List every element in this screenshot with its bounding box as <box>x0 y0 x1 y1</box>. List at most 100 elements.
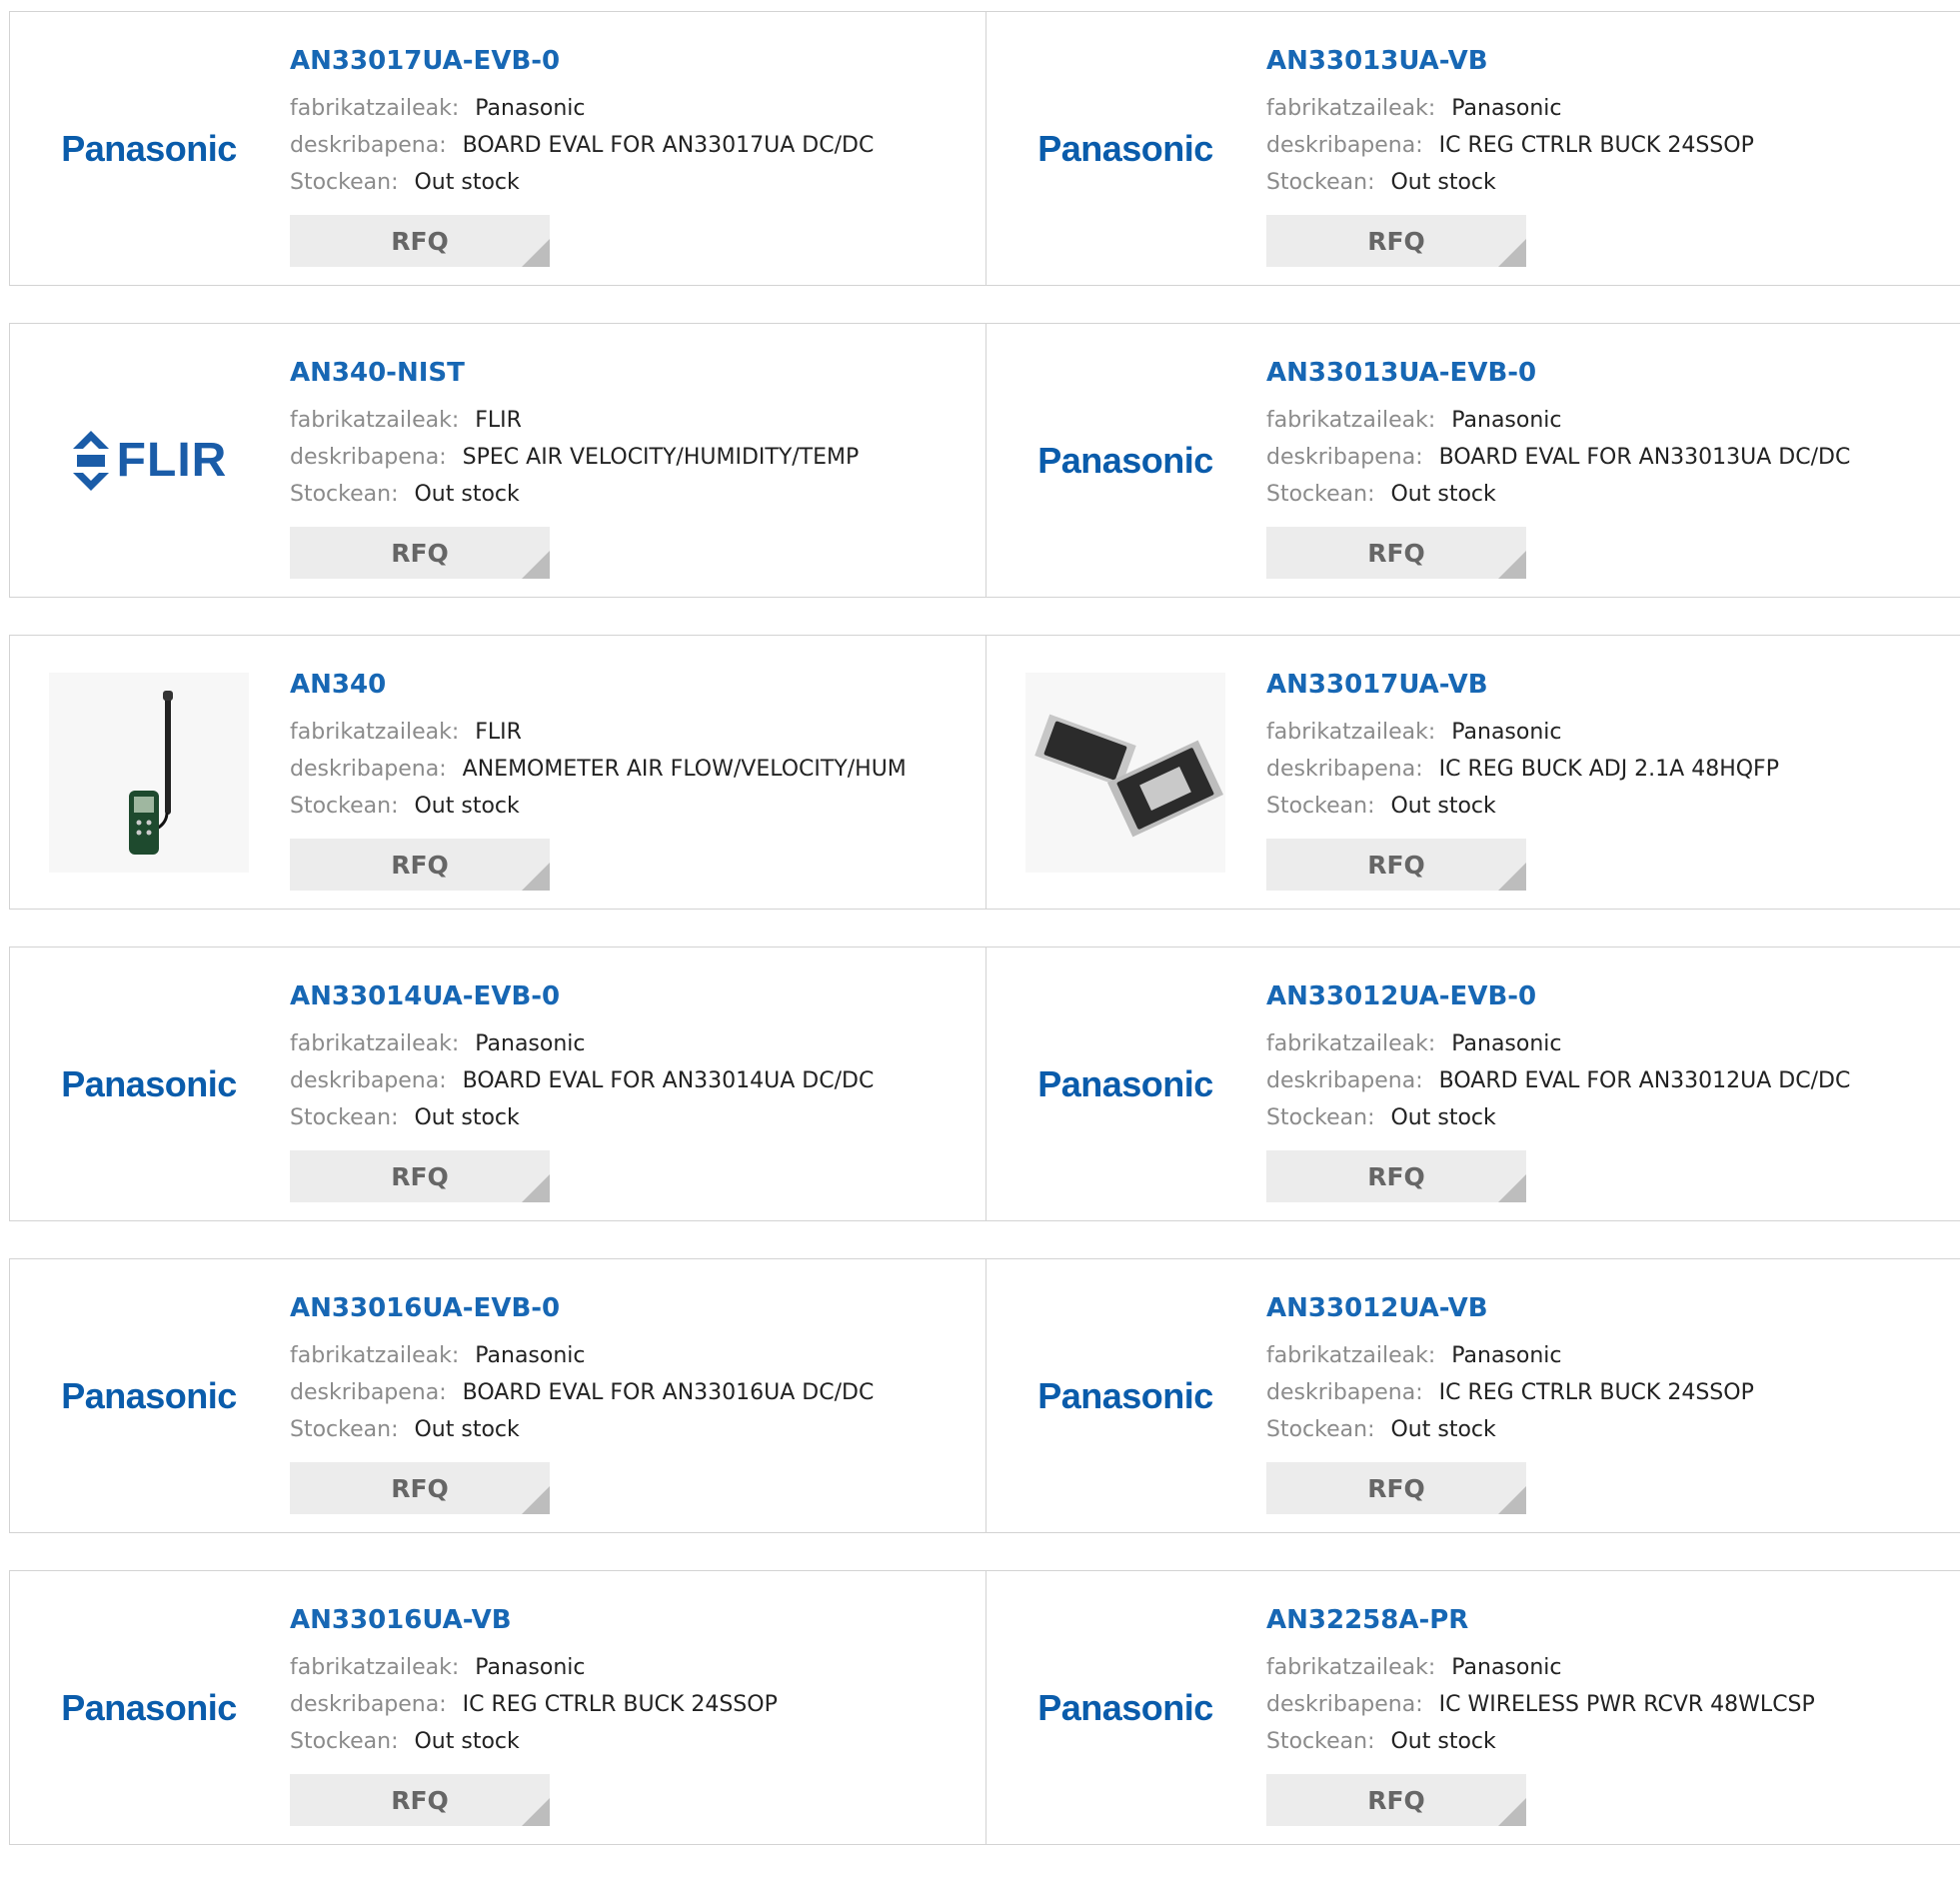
panasonic-logo[interactable]: Panasonic <box>49 1608 249 1808</box>
stock-label: Stockean: <box>290 1729 399 1754</box>
rfq-button[interactable]: RFQ <box>290 839 550 891</box>
anemometer-photo[interactable] <box>49 672 249 873</box>
part-number-link[interactable]: AN32258A-PR <box>1266 1605 1468 1635</box>
description-label: deskribapena: <box>1266 1380 1423 1405</box>
description-label: deskribapena: <box>1266 757 1423 782</box>
manufacturer-value: Panasonic <box>1451 1343 1562 1368</box>
description-value: SPEC AIR VELOCITY/HUMIDITY/TEMP <box>462 445 860 470</box>
manufacturer-value: Panasonic <box>475 1655 586 1680</box>
panasonic-logo[interactable]: Panasonic <box>49 49 249 249</box>
stock-label: Stockean: <box>290 170 399 195</box>
stock-label: Stockean: <box>1266 794 1375 819</box>
panasonic-logo[interactable]: Panasonic <box>1025 984 1225 1184</box>
description-row: deskribapena: BOARD EVAL FOR AN33012UA DC… <box>1266 1068 1850 1093</box>
rfq-button[interactable]: RFQ <box>290 1462 550 1514</box>
panasonic-logo[interactable]: Panasonic <box>1025 1296 1225 1496</box>
rfq-button[interactable]: RFQ <box>290 1150 550 1202</box>
rfq-corner-decoration <box>522 1174 550 1202</box>
flir-diamond-icon <box>72 430 109 491</box>
rfq-label: RFQ <box>391 1785 449 1815</box>
rfq-label: RFQ <box>1367 538 1425 568</box>
anemometer-icon <box>129 690 173 855</box>
description-label: deskribapena: <box>290 445 447 470</box>
rfq-button[interactable]: RFQ <box>1266 527 1526 579</box>
product-card: Panasonic AN33013UA-EVB-0 fabrikatzailea… <box>985 324 1960 597</box>
rfq-button[interactable]: RFQ <box>1266 839 1526 891</box>
stock-row: Stockean: Out stock <box>290 1729 520 1754</box>
panasonic-logo-text: Panasonic <box>1037 439 1213 481</box>
rfq-corner-decoration <box>522 239 550 267</box>
description-row: deskribapena: IC REG CTRLR BUCK 24SSOP <box>1266 1380 1754 1405</box>
part-number-link[interactable]: AN33017UA-VB <box>1266 670 1488 700</box>
panasonic-logo-text: Panasonic <box>61 1686 237 1728</box>
rfq-corner-decoration <box>522 1798 550 1826</box>
product-card: Panasonic AN33016UA-EVB-0 fabrikatzailea… <box>9 1259 985 1532</box>
rfq-corner-decoration <box>522 1486 550 1514</box>
part-number-link[interactable]: AN340-NIST <box>290 358 465 388</box>
description-value: BOARD EVAL FOR AN33012UA DC/DC <box>1438 1068 1851 1093</box>
rfq-button[interactable]: RFQ <box>290 527 550 579</box>
rfq-button[interactable]: RFQ <box>1266 215 1526 267</box>
part-number-link[interactable]: AN340 <box>290 670 386 700</box>
product-row: FLIR AN340-NIST fabrikatzaileak: FLIR des… <box>9 323 1960 598</box>
description-row: deskribapena: BOARD EVAL FOR AN33016UA DC… <box>290 1380 874 1405</box>
description-value: ANEMOMETER AIR FLOW/VELOCITY/HUM <box>462 757 907 782</box>
rfq-label: RFQ <box>1367 1161 1425 1191</box>
flir-logo[interactable]: FLIR <box>49 361 249 561</box>
stock-label: Stockean: <box>1266 1105 1375 1130</box>
description-row: deskribapena: ANEMOMETER AIR FLOW/VELOCIT… <box>290 757 907 782</box>
ic-chip-photo[interactable] <box>1025 672 1225 873</box>
rfq-button[interactable]: RFQ <box>1266 1150 1526 1202</box>
stock-row: Stockean: Out stock <box>1266 1729 1496 1754</box>
description-value: BOARD EVAL FOR AN33016UA DC/DC <box>462 1380 875 1405</box>
stock-label: Stockean: <box>1266 1729 1375 1754</box>
part-number-link[interactable]: AN33012UA-VB <box>1266 1293 1488 1323</box>
stock-value: Out stock <box>1390 482 1496 507</box>
product-card: Panasonic AN33017UA-EVB-0 fabrikatzailea… <box>9 12 985 285</box>
manufacturer-label: fabrikatzaileak: <box>1266 1655 1436 1680</box>
stock-row: Stockean: Out stock <box>1266 1105 1496 1130</box>
stock-value: Out stock <box>1390 794 1496 819</box>
product-card: Panasonic AN32258A-PR fabrikatzaileak: Pa… <box>985 1571 1960 1844</box>
description-row: deskribapena: IC REG CTRLR BUCK 24SSOP <box>290 1692 778 1717</box>
part-number-link[interactable]: AN33013UA-VB <box>1266 46 1488 76</box>
rfq-button[interactable]: RFQ <box>1266 1774 1526 1826</box>
part-number-link[interactable]: AN33013UA-EVB-0 <box>1266 358 1536 388</box>
rfq-button[interactable]: RFQ <box>1266 1462 1526 1514</box>
part-number-link[interactable]: AN33016UA-EVB-0 <box>290 1293 560 1323</box>
stock-row: Stockean: Out stock <box>1266 1417 1496 1442</box>
part-number-link[interactable]: AN33017UA-EVB-0 <box>290 46 560 76</box>
part-number-link[interactable]: AN33012UA-EVB-0 <box>1266 981 1536 1011</box>
part-number-link[interactable]: AN33014UA-EVB-0 <box>290 981 560 1011</box>
panasonic-logo[interactable]: Panasonic <box>1025 49 1225 249</box>
stock-row: Stockean: Out stock <box>1266 794 1496 819</box>
description-value: IC REG CTRLR BUCK 24SSOP <box>1438 133 1754 158</box>
description-value: BOARD EVAL FOR AN33017UA DC/DC <box>462 133 875 158</box>
description-value: BOARD EVAL FOR AN33014UA DC/DC <box>462 1068 875 1093</box>
panasonic-logo[interactable]: Panasonic <box>1025 361 1225 561</box>
rfq-corner-decoration <box>1498 1486 1526 1514</box>
panasonic-logo-text: Panasonic <box>1037 127 1213 169</box>
description-row: deskribapena: SPEC AIR VELOCITY/HUMIDITY/… <box>290 445 859 470</box>
description-label: deskribapena: <box>1266 1068 1423 1093</box>
manufacturer-row: fabrikatzaileak: Panasonic <box>1266 408 1562 433</box>
manufacturer-label: fabrikatzaileak: <box>290 96 460 121</box>
panasonic-logo[interactable]: Panasonic <box>1025 1608 1225 1808</box>
rfq-button[interactable]: RFQ <box>290 215 550 267</box>
product-row: Panasonic AN33014UA-EVB-0 fabrikatzailea… <box>9 946 1960 1221</box>
stock-value: Out stock <box>414 1105 520 1130</box>
panasonic-logo-text: Panasonic <box>61 1062 237 1104</box>
panasonic-logo[interactable]: Panasonic <box>49 984 249 1184</box>
manufacturer-label: fabrikatzaileak: <box>290 1343 460 1368</box>
panasonic-logo[interactable]: Panasonic <box>49 1296 249 1496</box>
rfq-label: RFQ <box>391 850 449 880</box>
stock-row: Stockean: Out stock <box>290 170 520 195</box>
rfq-label: RFQ <box>391 538 449 568</box>
rfq-button[interactable]: RFQ <box>290 1774 550 1826</box>
manufacturer-value: FLIR <box>475 720 522 745</box>
rfq-label: RFQ <box>391 226 449 256</box>
rfq-corner-decoration <box>1498 239 1526 267</box>
part-number-link[interactable]: AN33016UA-VB <box>290 1605 512 1635</box>
ic-chip-icon <box>1034 714 1223 837</box>
description-row: deskribapena: IC REG BUCK ADJ 2.1A 48HQFP <box>1266 757 1779 782</box>
